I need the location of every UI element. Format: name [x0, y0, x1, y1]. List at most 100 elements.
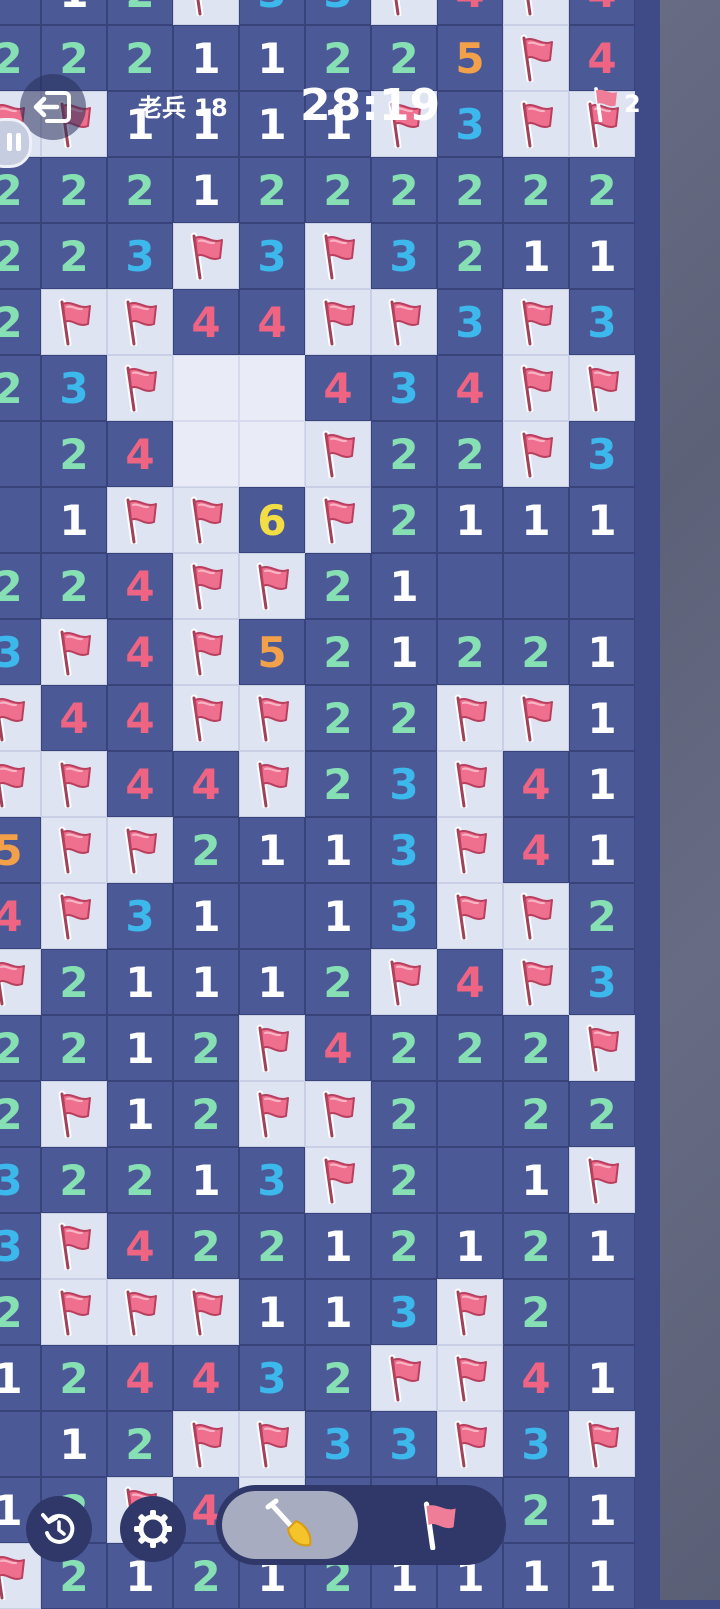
number-cell[interactable]: 1 — [569, 817, 635, 883]
number-cell[interactable]: 4 — [173, 751, 239, 817]
number-cell[interactable]: 4 — [41, 685, 107, 751]
flagged-cell[interactable] — [173, 1411, 239, 1477]
number-cell[interactable]: 1 — [569, 685, 635, 751]
flagged-cell[interactable] — [305, 1081, 371, 1147]
number-cell[interactable]: 2 — [569, 157, 635, 223]
number-cell[interactable]: 1 — [239, 25, 305, 91]
number-cell[interactable]: 4 — [503, 817, 569, 883]
flagged-cell[interactable] — [239, 553, 305, 619]
number-cell[interactable]: 1 — [173, 25, 239, 91]
number-cell[interactable]: 3 — [569, 421, 635, 487]
number-cell[interactable]: 3 — [239, 223, 305, 289]
flagged-cell[interactable] — [41, 619, 107, 685]
number-cell[interactable]: 2 — [371, 1213, 437, 1279]
flagged-cell[interactable] — [503, 25, 569, 91]
flagged-cell[interactable] — [173, 685, 239, 751]
number-cell[interactable]: 4 — [503, 751, 569, 817]
number-cell[interactable]: 3 — [371, 223, 437, 289]
number-cell[interactable]: 1 — [371, 619, 437, 685]
number-cell[interactable]: 4 — [107, 751, 173, 817]
number-cell[interactable]: 2 — [41, 421, 107, 487]
flagged-cell[interactable] — [173, 0, 239, 25]
flagged-cell[interactable] — [107, 355, 173, 421]
number-cell[interactable]: 2 — [41, 223, 107, 289]
number-cell[interactable]: 3 — [41, 355, 107, 421]
number-cell[interactable]: 2 — [239, 1213, 305, 1279]
unrevealed-cell[interactable] — [239, 421, 305, 487]
number-cell[interactable]: 2 — [503, 1015, 569, 1081]
empty-cell[interactable] — [503, 553, 569, 619]
number-cell[interactable]: 3 — [371, 355, 437, 421]
flagged-cell[interactable] — [305, 487, 371, 553]
flagged-cell[interactable] — [503, 355, 569, 421]
number-cell[interactable]: 4 — [239, 289, 305, 355]
empty-cell[interactable] — [437, 553, 503, 619]
flagged-cell[interactable] — [173, 223, 239, 289]
empty-cell[interactable] — [437, 1081, 503, 1147]
number-cell[interactable]: 3 — [503, 1411, 569, 1477]
number-cell[interactable]: 1 — [569, 619, 635, 685]
number-cell[interactable]: 1 — [569, 1543, 635, 1609]
number-cell[interactable]: 4 — [569, 25, 635, 91]
number-cell[interactable]: 1 — [305, 817, 371, 883]
number-cell[interactable]: 2 — [503, 1081, 569, 1147]
number-cell[interactable]: 2 — [437, 157, 503, 223]
flagged-cell[interactable] — [569, 1015, 635, 1081]
number-cell[interactable]: 4 — [107, 619, 173, 685]
number-cell[interactable]: 4 — [173, 289, 239, 355]
number-cell[interactable]: 2 — [0, 223, 41, 289]
number-cell[interactable]: 1 — [173, 883, 239, 949]
number-cell[interactable]: 3 — [371, 883, 437, 949]
number-cell[interactable]: 3 — [437, 91, 503, 157]
number-cell[interactable]: 2 — [371, 685, 437, 751]
number-cell[interactable]: 1 — [569, 1345, 635, 1411]
number-cell[interactable]: 2 — [371, 421, 437, 487]
number-cell[interactable]: 1 — [503, 1147, 569, 1213]
flagged-cell[interactable] — [239, 685, 305, 751]
number-cell[interactable]: 1 — [41, 0, 107, 25]
number-cell[interactable]: 4 — [173, 1345, 239, 1411]
number-cell[interactable]: 1 — [173, 949, 239, 1015]
number-cell[interactable]: 1 — [305, 883, 371, 949]
number-cell[interactable]: 4 — [107, 421, 173, 487]
number-cell[interactable]: 2 — [305, 751, 371, 817]
number-cell[interactable]: 3 — [371, 1279, 437, 1345]
flagged-cell[interactable] — [239, 751, 305, 817]
number-cell[interactable]: 3 — [569, 289, 635, 355]
empty-cell[interactable] — [239, 883, 305, 949]
number-cell[interactable]: 2 — [437, 1015, 503, 1081]
number-cell[interactable]: 2 — [107, 157, 173, 223]
number-cell[interactable]: 1 — [107, 1081, 173, 1147]
flagged-cell[interactable] — [569, 1147, 635, 1213]
number-cell[interactable]: 4 — [437, 355, 503, 421]
number-cell[interactable]: 2 — [0, 355, 41, 421]
empty-cell[interactable] — [0, 1411, 41, 1477]
number-cell[interactable]: 5 — [437, 25, 503, 91]
flagged-cell[interactable] — [0, 751, 41, 817]
unrevealed-cell[interactable] — [173, 421, 239, 487]
number-cell[interactable]: 4 — [437, 0, 503, 25]
flagged-cell[interactable] — [107, 487, 173, 553]
empty-cell[interactable] — [0, 421, 41, 487]
number-cell[interactable]: 2 — [371, 487, 437, 553]
number-cell[interactable]: 2 — [569, 1081, 635, 1147]
flagged-cell[interactable] — [41, 751, 107, 817]
number-cell[interactable]: 2 — [569, 883, 635, 949]
number-cell[interactable]: 3 — [305, 1411, 371, 1477]
flagged-cell[interactable] — [437, 751, 503, 817]
number-cell[interactable]: 1 — [503, 1543, 569, 1609]
number-cell[interactable]: 2 — [173, 1081, 239, 1147]
number-cell[interactable]: 4 — [305, 1015, 371, 1081]
number-cell[interactable]: 2 — [371, 157, 437, 223]
number-cell[interactable]: 1 — [569, 1213, 635, 1279]
number-cell[interactable]: 1 — [569, 223, 635, 289]
number-cell[interactable]: 6 — [239, 487, 305, 553]
number-cell[interactable]: 2 — [503, 1477, 569, 1543]
flagged-cell[interactable] — [371, 289, 437, 355]
flagged-cell[interactable] — [503, 949, 569, 1015]
number-cell[interactable]: 3 — [239, 1147, 305, 1213]
unrevealed-cell[interactable] — [173, 355, 239, 421]
number-cell[interactable]: 1 — [503, 487, 569, 553]
flagged-cell[interactable] — [371, 949, 437, 1015]
flagged-cell[interactable] — [173, 487, 239, 553]
